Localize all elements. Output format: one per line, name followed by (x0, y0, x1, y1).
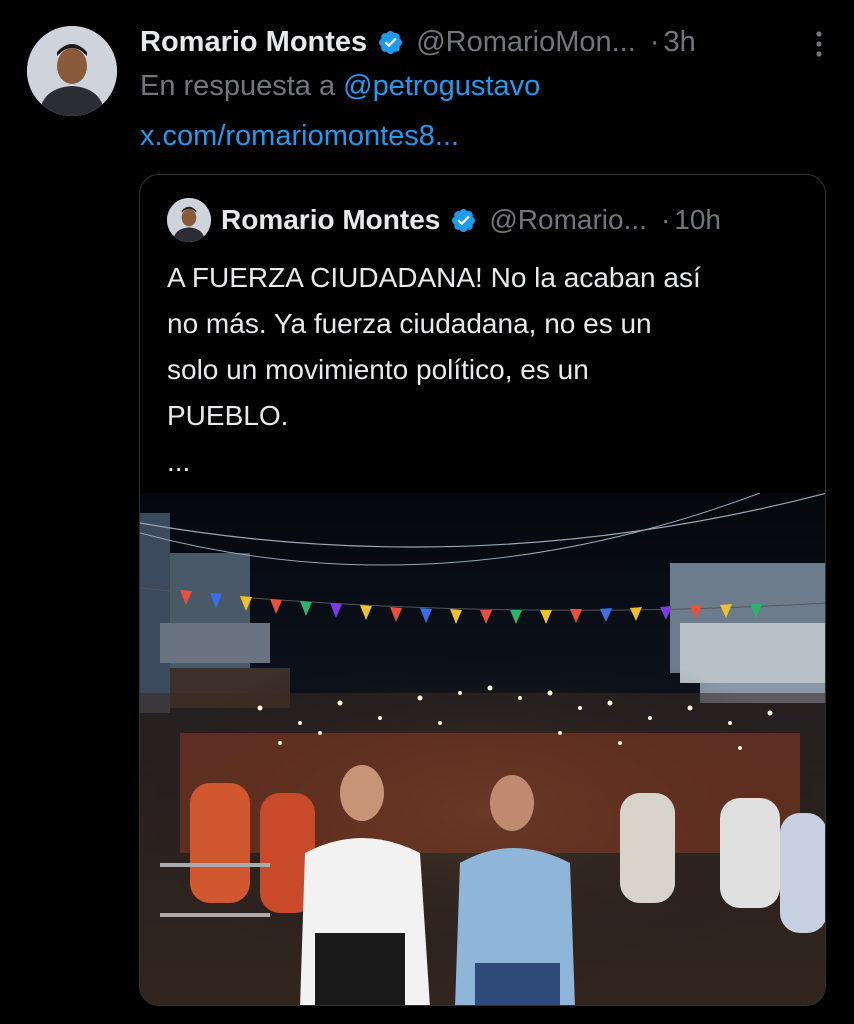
quoted-text-line: solo un movimiento político, es un (167, 354, 589, 385)
verified-badge-icon (379, 30, 403, 54)
reply-context: En respuesta a @petrogustavo (140, 70, 540, 103)
quoted-author-handle: @Romario... (489, 204, 647, 235)
more-options-icon[interactable] (814, 30, 824, 58)
author-handle[interactable]: @RomarioMon... (416, 26, 636, 59)
quoted-tweet-time: 10h (674, 204, 721, 235)
quoted-tweet-header: Romario Montes @Romario... · 10h (167, 197, 801, 243)
quoted-text-line: no más. Ya fuerza ciudadana, no es un (167, 308, 652, 339)
quoted-text-line: A FUERZA CIUDADANA! No la acaban así (167, 262, 701, 293)
quoted-author-avatar (167, 198, 211, 242)
rally-photo[interactable] (140, 493, 826, 1006)
avatar-image (27, 26, 117, 116)
author-avatar[interactable] (27, 26, 117, 116)
reply-mention-link[interactable]: @petrogustavo (343, 70, 540, 102)
quoted-verified-badge-icon (452, 208, 476, 232)
quoted-text-line: PUEBLO. (167, 400, 289, 431)
quoted-tweet-text: A FUERZA CIUDADANA! No la acaban así no … (167, 255, 797, 485)
quoted-text-ellipsis: ... (167, 446, 191, 477)
reply-prefix: En respuesta a (140, 70, 336, 102)
quoted-tweet[interactable]: Romario Montes @Romario... · 10h A FUERZ… (139, 174, 826, 1006)
quoted-separator-dot: · (660, 204, 671, 235)
tweet-link[interactable]: x.com/romariomontes8... (140, 120, 459, 153)
separator-dot: · (649, 25, 660, 58)
tweet-time[interactable]: 3h (663, 26, 695, 59)
quoted-avatar-image (167, 198, 211, 242)
quoted-author-name: Romario Montes (221, 204, 441, 235)
tweet-header: Romario Montes @RomarioMon... · 3h (140, 22, 834, 62)
author-name[interactable]: Romario Montes (140, 26, 367, 59)
